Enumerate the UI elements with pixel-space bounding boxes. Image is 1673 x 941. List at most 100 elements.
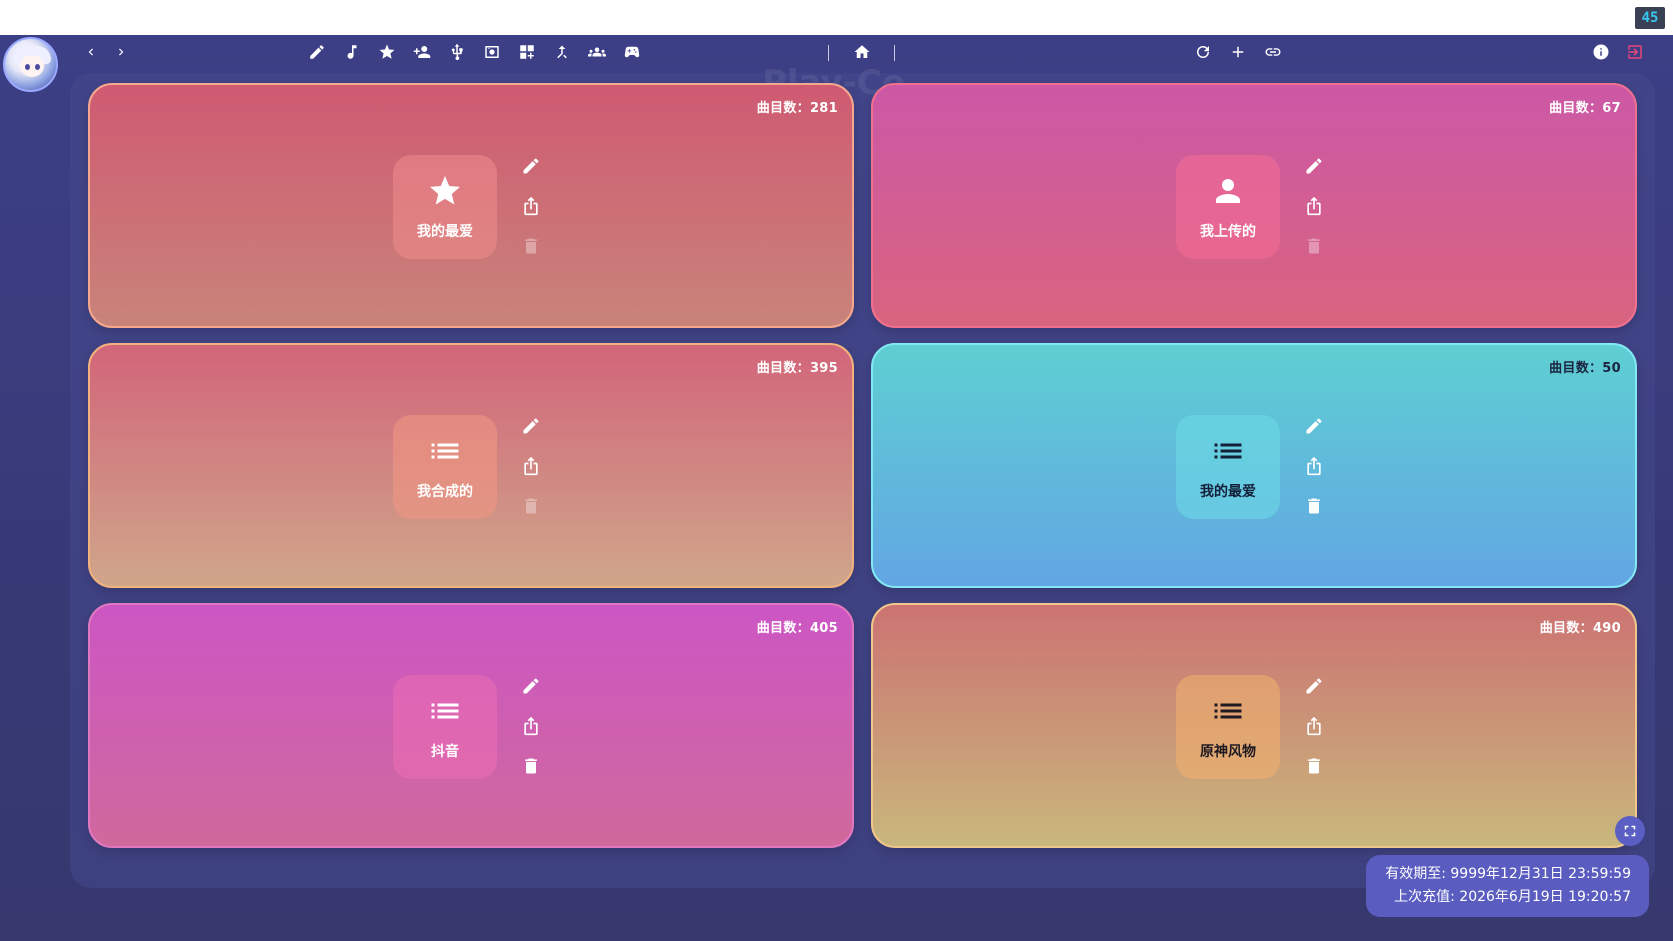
pencil-icon <box>523 158 539 174</box>
trash-icon <box>525 238 537 254</box>
pencil-icon <box>1306 158 1322 174</box>
last-recharge-text: 上次充值: 2026年6月19日 19:20:57 <box>1394 889 1631 905</box>
usb-button[interactable] <box>444 39 470 65</box>
pencil-icon <box>1306 418 1322 434</box>
playlist-card[interactable]: 曲目数：395 我合成的 <box>88 343 854 588</box>
info-button[interactable] <box>1588 39 1614 65</box>
edit-button[interactable] <box>520 415 542 437</box>
music-button[interactable] <box>339 39 365 65</box>
playlist-card[interactable]: 曲目数：67 我上传的 <box>871 83 1637 328</box>
link-button[interactable] <box>1260 39 1286 65</box>
add-button[interactable] <box>1225 39 1251 65</box>
edit-button[interactable] <box>1303 415 1325 437</box>
playlist-card[interactable]: 曲目数：50 我的最爱 <box>871 343 1637 588</box>
playlist-name: 我上传的 <box>1200 224 1256 240</box>
delete-button[interactable] <box>1303 235 1325 257</box>
camera-button[interactable] <box>479 39 505 65</box>
playlist-open-tile[interactable]: 我上传的 <box>1176 155 1280 259</box>
plus-icon <box>1232 46 1244 58</box>
trash-icon <box>1308 758 1320 774</box>
merge-icon <box>557 45 567 59</box>
delete-button[interactable] <box>1303 755 1325 777</box>
trash-icon <box>525 758 537 774</box>
playlist-name: 抖音 <box>431 744 459 760</box>
track-count: 曲目数：490 <box>1539 621 1621 636</box>
app-window: Play-Co 会员中心 系统设置 神秘数据 个人资料 兑换CDK 自动演奏器 … <box>0 35 1673 941</box>
share-button[interactable] <box>520 715 542 737</box>
edit-button[interactable] <box>520 675 542 697</box>
chevron-right-icon <box>119 48 124 56</box>
home-button[interactable] <box>849 39 875 65</box>
playlist-open-tile[interactable]: 我的最爱 <box>1176 415 1280 519</box>
refresh-icon <box>1197 46 1209 58</box>
share-icon <box>1307 456 1321 476</box>
card-actions <box>1303 415 1325 517</box>
fps-counter: 45 <box>1635 7 1665 29</box>
playlist-open-tile[interactable]: 我的最爱 <box>393 155 497 259</box>
delete-button[interactable] <box>520 755 542 777</box>
track-count: 曲目数：395 <box>756 361 838 376</box>
gamepad-button[interactable] <box>619 39 645 65</box>
group-icon <box>588 47 606 57</box>
user-avatar[interactable] <box>3 37 58 92</box>
list-icon <box>1214 443 1242 459</box>
favorites-button[interactable] <box>374 39 400 65</box>
add-user-button[interactable] <box>409 39 435 65</box>
group-button[interactable] <box>584 39 610 65</box>
delete-button[interactable] <box>1303 495 1325 517</box>
trash-icon <box>525 498 537 514</box>
trash-icon <box>1308 498 1320 514</box>
action-bar <box>1190 39 1286 65</box>
camera-icon <box>485 46 499 58</box>
playlist-card[interactable]: 曲目数：490 原神风物 <box>871 603 1637 848</box>
share-button[interactable] <box>520 455 542 477</box>
gamepad-icon <box>624 46 640 58</box>
playlist-open-tile[interactable]: 抖音 <box>393 675 497 779</box>
edit-tool-button[interactable] <box>304 39 330 65</box>
fullscreen-button[interactable] <box>1615 816 1645 846</box>
edit-button[interactable] <box>1303 675 1325 697</box>
share-icon <box>524 716 538 736</box>
fullscreen-icon <box>1624 825 1636 837</box>
home-icon <box>854 45 870 58</box>
star-icon <box>430 176 460 205</box>
share-button[interactable] <box>1303 715 1325 737</box>
home-nav <box>849 39 875 65</box>
share-button[interactable] <box>1303 195 1325 217</box>
back-button[interactable] <box>78 39 104 65</box>
list-icon <box>431 703 459 719</box>
person-add-icon <box>413 46 431 58</box>
delete-button[interactable] <box>520 495 542 517</box>
tool-bar <box>304 39 645 65</box>
refresh-button[interactable] <box>1190 39 1216 65</box>
star-icon <box>379 44 395 59</box>
history-nav <box>78 39 134 65</box>
merge-button[interactable] <box>549 39 575 65</box>
card-actions <box>520 675 542 777</box>
share-icon <box>1307 196 1321 216</box>
card-actions <box>1303 675 1325 777</box>
playlist-card[interactable]: 曲目数：405 抖音 <box>88 603 854 848</box>
list-icon <box>431 443 459 459</box>
share-button[interactable] <box>1303 455 1325 477</box>
divider <box>894 45 895 61</box>
playlist-open-tile[interactable]: 我合成的 <box>393 415 497 519</box>
track-count: 曲目数：50 <box>1549 361 1621 376</box>
exit-icon <box>1628 45 1642 59</box>
playlist-name: 我的最爱 <box>417 224 473 240</box>
delete-button[interactable] <box>520 235 542 257</box>
playlist-card[interactable]: 曲目数：281 我的最爱 <box>88 83 854 328</box>
playlist-name: 原神风物 <box>1200 744 1256 760</box>
edit-button[interactable] <box>1303 155 1325 177</box>
widgets-button[interactable] <box>514 39 540 65</box>
share-button[interactable] <box>520 195 542 217</box>
forward-button[interactable] <box>108 39 134 65</box>
pencil-icon <box>523 418 539 434</box>
pencil-icon <box>1306 678 1322 694</box>
exit-button[interactable] <box>1622 39 1648 65</box>
edit-button[interactable] <box>520 155 542 177</box>
card-actions <box>520 415 542 517</box>
share-icon <box>524 456 538 476</box>
card-actions <box>520 155 542 257</box>
playlist-open-tile[interactable]: 原神风物 <box>1176 675 1280 779</box>
